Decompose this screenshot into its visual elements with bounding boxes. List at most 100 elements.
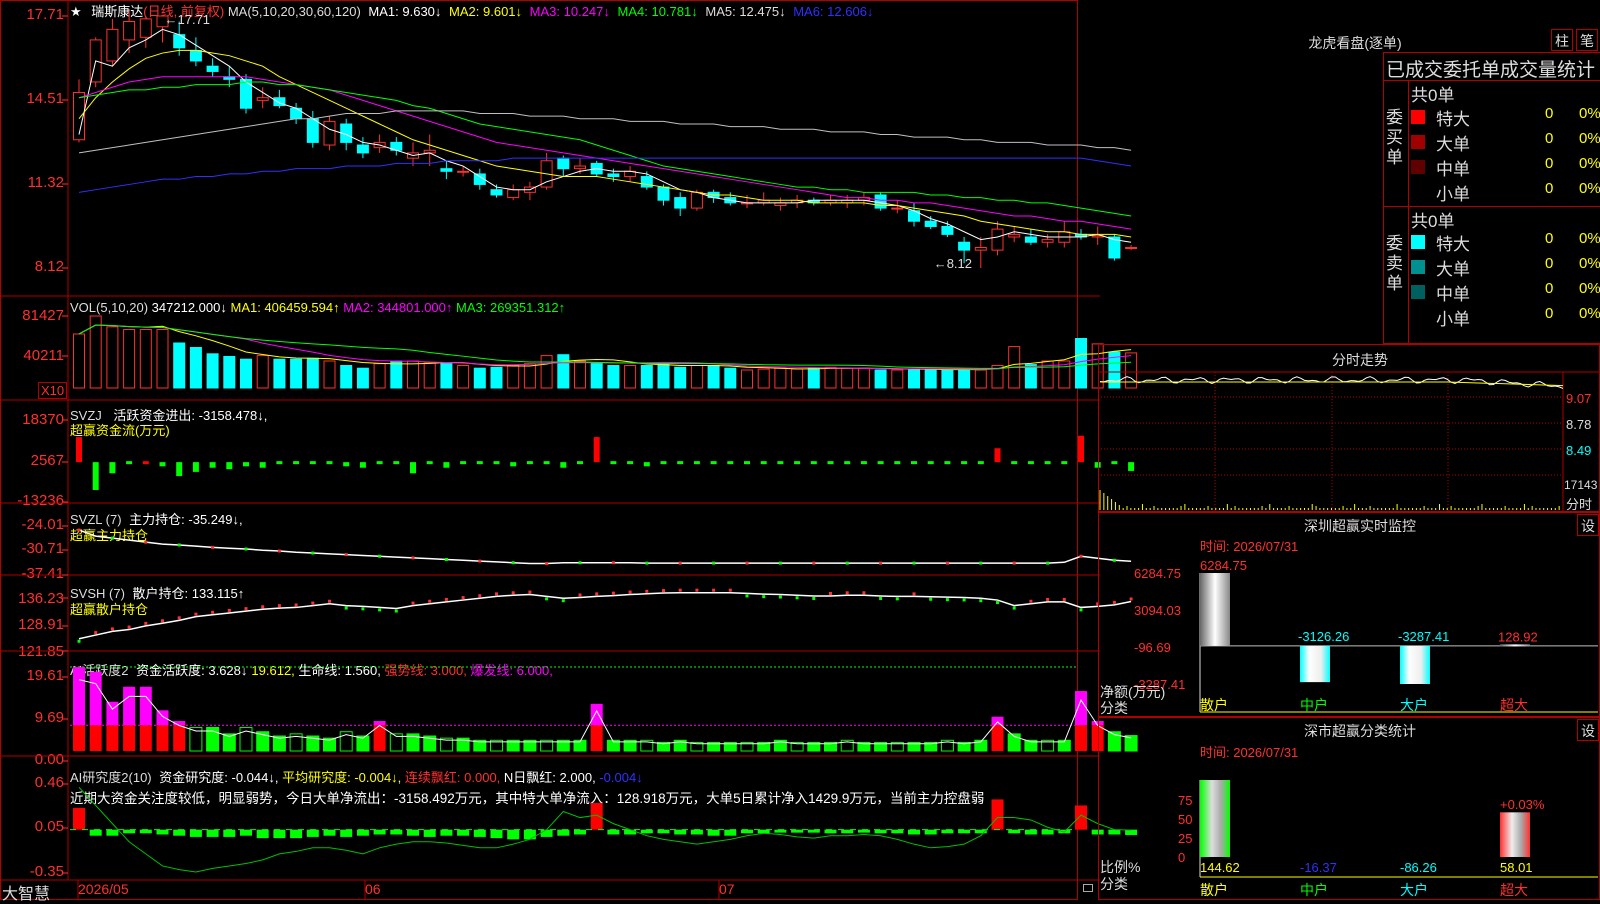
volume-bar xyxy=(640,365,653,389)
scfl-annotation: +0.03% xyxy=(1500,797,1545,812)
money-flow-bar xyxy=(660,461,667,465)
volume-bar xyxy=(407,360,419,389)
candle-down xyxy=(941,225,954,235)
retail-dot xyxy=(161,619,164,623)
volume-bar xyxy=(974,369,987,389)
volume-bar xyxy=(690,365,703,389)
candle-up xyxy=(123,21,136,41)
retail-dot xyxy=(979,599,983,603)
volume-bar xyxy=(874,369,887,389)
sell-row-swatch xyxy=(1411,260,1425,274)
money-flow-bar xyxy=(610,461,617,465)
money-flow-bar xyxy=(309,461,316,465)
activity-bar-base xyxy=(173,725,186,751)
main-force-dot xyxy=(678,561,682,565)
main-force-dot xyxy=(1012,561,1016,565)
retail-dot xyxy=(728,588,732,592)
retail-dot xyxy=(144,621,148,625)
activity-bar-top xyxy=(89,671,102,726)
fenshi-title: 分时走势 xyxy=(1332,352,1388,368)
money-flow-bar xyxy=(493,461,500,465)
money-flow-bar xyxy=(142,461,149,465)
sell-row-pct: 0% xyxy=(1579,305,1600,322)
research-bar xyxy=(624,829,637,835)
candle-up xyxy=(139,18,152,38)
retail-dot xyxy=(996,601,999,605)
main-force-dot xyxy=(945,561,949,565)
money-flow-bar xyxy=(343,462,350,467)
szcy-title: 深圳超赢实时监控 xyxy=(1304,518,1416,534)
research-bar xyxy=(674,829,687,835)
buy-side-label: 委买单 xyxy=(1386,108,1403,167)
volume-bar xyxy=(490,366,503,389)
volume-bar xyxy=(323,360,336,389)
lhkp-subtitle: 已成交委托单成交量统计 xyxy=(1386,60,1596,81)
volume-bar xyxy=(73,333,85,389)
retail-dot xyxy=(110,627,114,631)
candle-up xyxy=(457,170,470,173)
retail-dot xyxy=(578,593,582,597)
main-force-dot xyxy=(311,551,315,555)
retail-dot xyxy=(194,612,198,616)
research-bar xyxy=(457,829,470,836)
szcy-settings-button[interactable]: 设 xyxy=(1577,514,1599,536)
volume-bar xyxy=(624,365,637,389)
sell-total: 共0单 xyxy=(1411,212,1455,231)
ma-line-ma2 xyxy=(78,49,1132,238)
volume-bar xyxy=(1075,338,1087,389)
column-mode-button[interactable]: 柱 xyxy=(1551,29,1573,51)
money-flow-bar xyxy=(92,462,99,490)
money-flow-bar xyxy=(927,461,934,465)
tick-mode-button[interactable]: 笔 xyxy=(1576,29,1598,51)
research-bar xyxy=(73,807,85,830)
volume-bar xyxy=(423,362,436,389)
retail-dot xyxy=(912,592,916,596)
retail-dot xyxy=(511,591,515,595)
volume-bar xyxy=(123,329,136,389)
money-flow-bar xyxy=(510,462,517,467)
volume-bar xyxy=(273,358,286,389)
research-bar xyxy=(874,829,887,834)
buy-row-swatch xyxy=(1411,160,1425,174)
retail-dot xyxy=(1012,606,1016,610)
money-flow-bar xyxy=(977,461,984,465)
research-bar xyxy=(440,829,453,836)
money-flow-bar xyxy=(192,462,199,472)
volume-bar xyxy=(240,358,252,389)
volume-bar xyxy=(590,362,603,389)
retail-dot xyxy=(411,601,415,605)
candle-down xyxy=(490,189,503,196)
candle-down xyxy=(189,49,202,62)
research-bar xyxy=(941,829,954,834)
money-flow-bar xyxy=(376,461,383,465)
fenshi-vol-tick: 17143 xyxy=(1564,478,1598,492)
volume-bar xyxy=(139,329,152,389)
main-force-dot xyxy=(478,559,482,563)
volume-bar xyxy=(908,368,920,389)
volume-bar xyxy=(674,366,687,389)
buy-row-pct: 0% xyxy=(1579,180,1600,197)
money-flow-bar xyxy=(944,461,951,465)
research-bar xyxy=(908,829,920,835)
money-flow-bar xyxy=(860,461,867,465)
money-flow-bar xyxy=(727,461,734,465)
money-flow-bar xyxy=(643,462,650,467)
scfl-time: 时间: 2026/07/31 xyxy=(1200,745,1299,760)
candle-down xyxy=(290,107,303,120)
research-bar xyxy=(707,829,720,836)
activity-bar-base xyxy=(89,725,102,751)
retail-dot xyxy=(127,625,131,629)
activity-bar-top xyxy=(106,701,119,726)
money-flow-bar xyxy=(126,461,133,465)
money-flow-bar xyxy=(259,462,266,468)
money-flow-bar xyxy=(760,461,767,465)
research-bar xyxy=(473,829,486,837)
volume-bar xyxy=(657,363,670,389)
main-force-dot xyxy=(1046,561,1050,565)
volume-bar xyxy=(824,366,837,389)
retail-dot xyxy=(879,597,883,601)
money-flow-bar xyxy=(593,437,600,463)
scfl-settings-button[interactable]: 设 xyxy=(1577,719,1599,741)
candle-down xyxy=(674,197,687,209)
money-flow-bar xyxy=(744,461,750,465)
